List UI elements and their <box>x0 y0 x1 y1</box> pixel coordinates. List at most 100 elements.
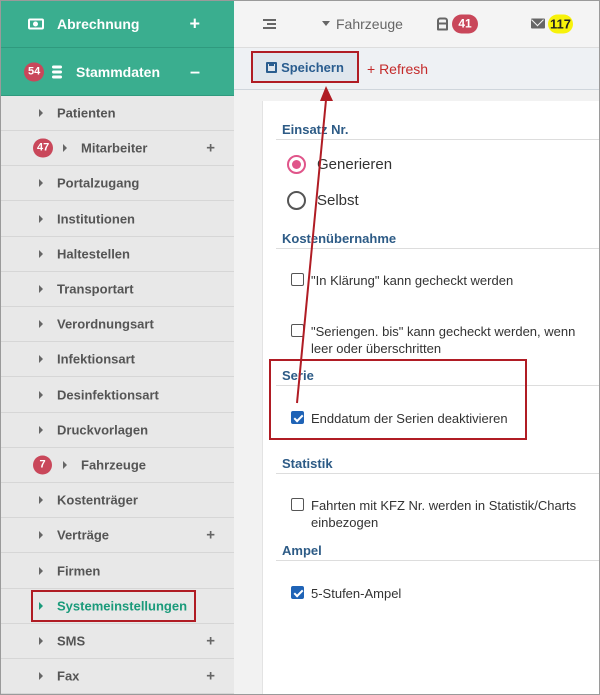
menu-toggle[interactable] <box>263 18 276 29</box>
sidebar-item-label: Verträge <box>57 527 110 543</box>
sidebar-item-label: Infektionsart <box>57 351 136 367</box>
sidebar-item-label: Fahrzeuge <box>81 457 147 473</box>
radio-selected-icon[interactable] <box>287 155 306 174</box>
mail-count-badge: 117 <box>548 14 573 33</box>
sidebar-item-fax[interactable]: Fax + <box>0 659 234 695</box>
add-plus-icon[interactable]: + <box>206 668 215 685</box>
sidebar-item-label: Patienten <box>57 105 116 121</box>
divider <box>276 385 600 386</box>
sidebar-item-transportart[interactable]: Transportart <box>0 272 234 307</box>
sidebar-section-stammdaten[interactable]: 54 Stammdaten – <box>0 48 234 96</box>
checkbox-seriengen-bis[interactable]: "Seriengen. bis" kann gecheckt werden, w… <box>291 323 597 357</box>
divider <box>276 248 600 249</box>
sidebar-section-label: Stammdaten <box>76 63 161 80</box>
caret-right-icon <box>39 249 43 258</box>
sidebar-item-fahrzeuge[interactable]: 7 Fahrzeuge <box>0 448 234 483</box>
sidebar-item-label: Druckvorlagen <box>57 422 149 438</box>
bus-notifications[interactable]: 41 <box>437 14 478 33</box>
divider <box>276 473 600 474</box>
caret-right-icon <box>39 320 43 329</box>
sidebar-item-label: Transportart <box>57 281 134 297</box>
sidebar-item-label: Institutionen <box>57 211 135 227</box>
caret-right-icon <box>39 566 43 575</box>
sidebar-item-haltestellen[interactable]: Haltestellen <box>0 237 234 272</box>
sidebar-item-count-badge: 47 <box>33 138 54 158</box>
money-icon <box>28 18 44 29</box>
add-plus-icon[interactable]: + <box>206 140 215 157</box>
caret-right-icon <box>39 425 43 434</box>
checkbox-unchecked-icon[interactable] <box>291 324 304 337</box>
checkbox-unchecked-icon[interactable] <box>291 273 304 286</box>
radio-unselected-icon[interactable] <box>287 191 306 210</box>
caret-right-icon <box>39 390 43 399</box>
caret-right-icon <box>39 496 43 505</box>
floppy-disk-icon <box>266 61 278 73</box>
sidebar-item-infektionsart[interactable]: Infektionsart <box>0 342 234 378</box>
sidebar-item-label: Fax <box>57 668 80 684</box>
sidebar-item-verträge[interactable]: Verträge + <box>0 518 234 554</box>
caret-down-icon <box>322 21 330 26</box>
checkbox-checked-icon[interactable] <box>291 411 304 424</box>
checkbox-5-stufen-ampel[interactable]: 5-Stufen-Ampel <box>291 585 591 602</box>
sidebar-item-label: Firmen <box>57 563 101 579</box>
sidebar-section-label: Abrechnung <box>57 15 140 32</box>
section-title-einsatz: Einsatz Nr. <box>282 122 349 137</box>
checkbox-unchecked-icon[interactable] <box>291 498 304 511</box>
list-icon <box>263 18 276 29</box>
section-title-ampel: Ampel <box>282 543 322 558</box>
caret-right-icon <box>39 601 43 610</box>
sidebar-item-firmen[interactable]: Firmen <box>0 554 234 589</box>
sidebar-item-systemeinstellungen[interactable]: Systemeinstellungen <box>0 589 234 624</box>
sidebar-item-mitarbeiter[interactable]: 47 Mitarbeiter + <box>0 131 234 167</box>
sidebar-item-patienten[interactable]: Patienten <box>0 96 234 131</box>
section-title-serie: Serie <box>282 368 314 383</box>
sidebar-item-label: Verordnungsart <box>57 316 154 332</box>
sidebar-item-label: Mitarbeiter <box>81 140 148 156</box>
sidebar-section-abrechnung[interactable]: Abrechnung + <box>0 0 234 48</box>
sidebar-item-label: Systemeinstellungen <box>57 598 188 614</box>
sidebar-item-label: SMS <box>57 633 86 649</box>
collapse-minus-icon[interactable]: – <box>190 61 200 82</box>
settings-panel: Einsatz Nr. Generieren Selbst Kostenüber… <box>262 101 600 695</box>
sidebar-item-verordnungsart[interactable]: Verordnungsart <box>0 307 234 343</box>
sidebar-item-desinfektionsart[interactable]: Desinfektionsart <box>0 378 234 413</box>
caret-right-icon <box>39 355 43 364</box>
checkbox-kfz-statistik[interactable]: Fahrten mit KFZ Nr. werden in Statistik/… <box>291 497 591 531</box>
add-plus-icon[interactable]: + <box>206 633 215 650</box>
divider <box>276 560 600 561</box>
radio-generieren[interactable]: Generieren <box>287 155 392 174</box>
mail-notifications[interactable]: 117 <box>531 14 573 33</box>
divider <box>276 139 600 140</box>
sidebar-item-label: Haltestellen <box>57 246 130 262</box>
save-button-label: Speichern <box>281 59 344 75</box>
sidebar-item-kostenträger[interactable]: Kostenträger <box>0 483 234 519</box>
fahrzeuge-dropdown[interactable]: Fahrzeuge <box>322 16 403 32</box>
sidebar-item-label: Kostenträger <box>57 492 138 508</box>
add-plus-icon[interactable]: + <box>206 527 215 544</box>
sidebar-item-institutionen[interactable]: Institutionen <box>0 202 234 237</box>
caret-right-icon <box>39 531 43 540</box>
action-bar: Speichern + Refresh <box>234 48 600 90</box>
caret-right-icon <box>63 461 67 469</box>
checkbox-label: "Seriengen. bis" kann gecheckt werden, w… <box>311 324 576 356</box>
expand-plus-icon[interactable]: + <box>189 13 200 34</box>
refresh-link[interactable]: + Refresh <box>367 61 428 77</box>
top-bar: Fahrzeuge 41 117 <box>234 0 600 48</box>
checkbox-in-klaerung[interactable]: "In Klärung" kann gecheckt werden <box>291 272 591 289</box>
sidebar-item-sms[interactable]: SMS + <box>0 624 234 659</box>
radio-label: Selbst <box>317 192 359 209</box>
caret-right-icon <box>39 179 43 188</box>
sidebar-item-druckvorlagen[interactable]: Druckvorlagen <box>0 413 234 448</box>
save-button[interactable]: Speichern <box>251 51 359 83</box>
database-icon <box>0 65 62 78</box>
radio-selbst[interactable]: Selbst <box>287 191 359 210</box>
checkbox-checked-icon[interactable] <box>291 586 304 599</box>
checkbox-enddatum-deaktivieren[interactable]: Enddatum der Serien deaktivieren <box>291 410 591 427</box>
bus-icon <box>437 17 448 30</box>
sidebar-item-portalzugang[interactable]: Portalzugang <box>0 166 234 202</box>
stammdaten-count-badge: 54 <box>24 62 45 81</box>
caret-right-icon <box>63 144 67 153</box>
sidebar-item-label: Desinfektionsart <box>57 387 159 403</box>
caret-right-icon <box>39 285 43 293</box>
section-title-statistik: Statistik <box>282 456 333 471</box>
